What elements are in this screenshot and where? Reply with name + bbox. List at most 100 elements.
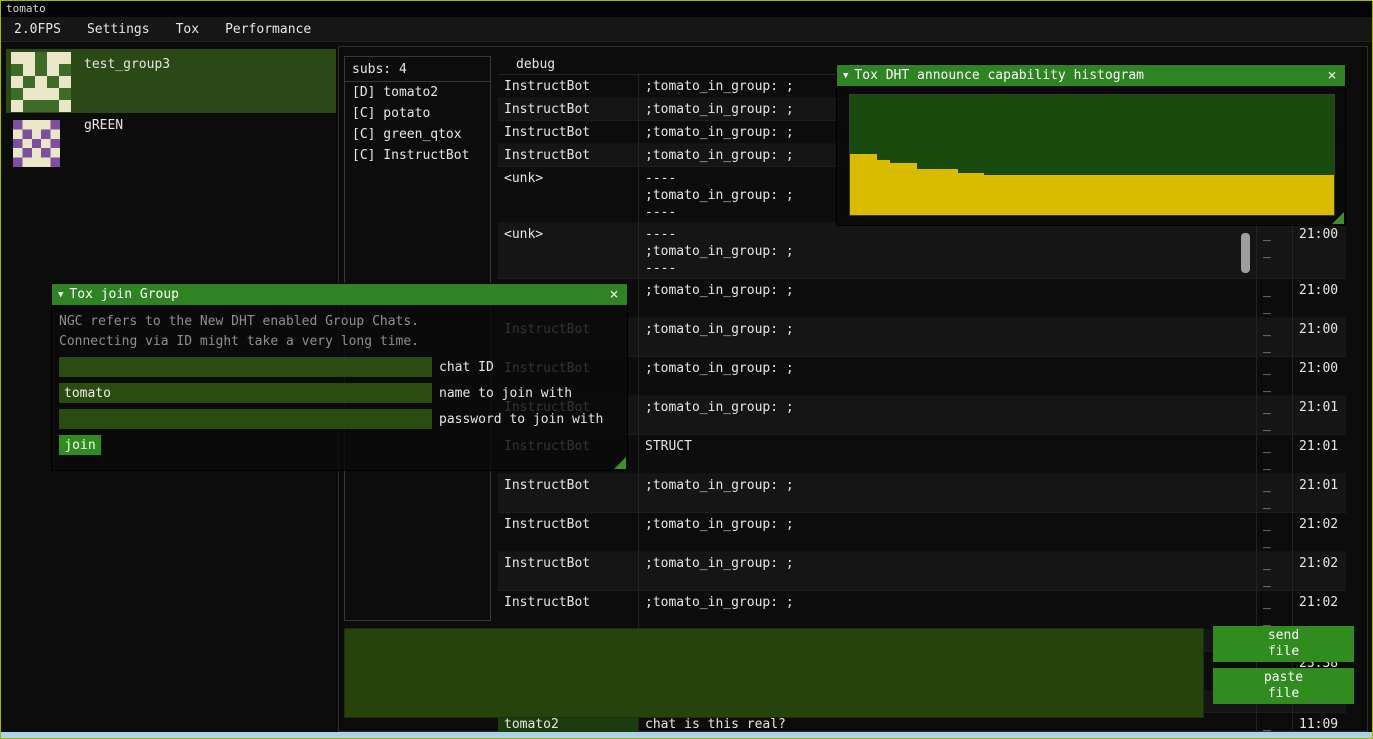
histogram-bar xyxy=(1320,175,1333,215)
histogram-bar xyxy=(1105,175,1118,215)
histogram-bar xyxy=(1226,175,1239,215)
window-bottom-edge xyxy=(1,732,1372,738)
histogram-bar xyxy=(971,173,984,215)
member-item[interactable]: [C] InstructBot xyxy=(345,145,490,166)
resize-grip[interactable] xyxy=(614,457,626,469)
menu-settings[interactable]: Settings xyxy=(74,17,163,42)
histogram-bar xyxy=(1213,175,1226,215)
group-name: test_group3 xyxy=(84,57,170,72)
message-flags: _ _ xyxy=(1256,318,1292,357)
message-row[interactable]: InstructBot;tomato_in_group: ;_ _21:02 xyxy=(498,552,1346,591)
sidebar-item-gREEN[interactable]: gREEN xyxy=(6,115,336,175)
message-time: 21:01 xyxy=(1292,474,1346,513)
menu-performance[interactable]: Performance xyxy=(212,17,324,42)
send-file-button[interactable]: send file xyxy=(1213,626,1354,662)
histogram-bar xyxy=(1132,175,1145,215)
histogram-bar xyxy=(1173,175,1186,215)
histogram-bar xyxy=(1267,175,1280,215)
sender-name: InstructBot xyxy=(498,144,638,167)
dht-histogram-title: Tox DHT announce capability histogram xyxy=(854,68,1144,83)
message-flags: _ _ xyxy=(1256,591,1292,630)
sender-name: <unk> xyxy=(498,223,638,279)
histogram-bar xyxy=(1025,175,1038,215)
histogram-plot xyxy=(849,94,1335,216)
collapse-arrow-icon[interactable]: ▼ xyxy=(843,71,848,81)
sidebar-item-test_group3[interactable]: test_group3 xyxy=(6,49,336,113)
sender-name: InstructBot xyxy=(498,474,638,513)
join-password-field[interactable] xyxy=(59,409,432,429)
message-text: ;tomato_in_group: ; xyxy=(638,513,1256,552)
member-item[interactable]: [C] potato xyxy=(345,103,490,124)
histogram-bar xyxy=(1011,175,1024,215)
message-time: 21:02 xyxy=(1292,552,1346,591)
member-item[interactable]: [D] tomato2 xyxy=(345,82,490,103)
message-row[interactable]: <unk>---- ;tomato_in_group: ; ----_ _21:… xyxy=(498,223,1346,279)
scrollbar-thumb[interactable] xyxy=(1241,233,1250,273)
subs-count: subs: 4 xyxy=(345,57,490,82)
message-text: ;tomato_in_group: ; xyxy=(638,552,1256,591)
group-avatar-icon xyxy=(11,52,71,112)
histogram-bar xyxy=(877,160,890,215)
message-flags: _ _ xyxy=(1256,279,1292,318)
histogram-bar xyxy=(1065,175,1078,215)
app-window: tomato 2.0FPS Settings Tox Performance t… xyxy=(0,0,1373,739)
message-time: 21:02 xyxy=(1292,591,1346,630)
message-time: 21:00 xyxy=(1292,223,1346,279)
sender-name: InstructBot xyxy=(498,121,638,144)
message-text: ;tomato_in_group: ; xyxy=(638,279,1256,318)
chat-id-field[interactable] xyxy=(59,357,432,377)
menu-tox[interactable]: Tox xyxy=(163,17,212,42)
message-input[interactable] xyxy=(344,628,1204,718)
close-icon[interactable]: × xyxy=(1323,66,1341,84)
dht-histogram-titlebar[interactable]: ▼ Tox DHT announce capability histogram … xyxy=(837,65,1345,86)
join-button[interactable]: join xyxy=(59,435,101,455)
histogram-bar xyxy=(1293,175,1306,215)
histogram-bar xyxy=(1186,175,1199,215)
message-flags: _ _ xyxy=(1256,552,1292,591)
close-icon[interactable]: × xyxy=(605,285,623,303)
message-flags: _ _ xyxy=(1256,474,1292,513)
message-text: ---- ;tomato_in_group: ; ---- xyxy=(638,223,1256,279)
fps-counter: 2.0FPS xyxy=(1,17,74,42)
ngc-info-line: NGC refers to the New DHT enabled Group … xyxy=(59,312,620,332)
chat-id-label: chat ID xyxy=(439,360,494,375)
message-time: 21:00 xyxy=(1292,279,1346,318)
message-time: 21:00 xyxy=(1292,318,1346,357)
sender-name: InstructBot xyxy=(498,591,638,630)
histogram-bar xyxy=(1038,175,1051,215)
menu-bar: 2.0FPS Settings Tox Performance xyxy=(1,17,1372,42)
dht-histogram-body xyxy=(837,86,1345,225)
histogram-bar xyxy=(1078,175,1091,215)
histogram-bar xyxy=(850,154,863,215)
histogram-bar xyxy=(863,154,876,215)
message-text: ;tomato_in_group: ; xyxy=(638,591,1256,630)
message-row[interactable]: InstructBot;tomato_in_group: ;_ _21:02 xyxy=(498,591,1346,630)
message-flags: _ _ xyxy=(1256,357,1292,396)
sender-name: InstructBot xyxy=(498,75,638,98)
message-time: 21:00 xyxy=(1292,357,1346,396)
message-row[interactable]: InstructBot;tomato_in_group: ;_ _21:01 xyxy=(498,474,1346,513)
histogram-bar xyxy=(1240,175,1253,215)
histogram-bar xyxy=(904,163,917,215)
histogram-bar xyxy=(984,175,997,215)
join-name-field[interactable] xyxy=(59,383,432,403)
message-flags: _ _ xyxy=(1256,513,1292,552)
collapse-arrow-icon[interactable]: ▼ xyxy=(58,290,63,300)
histogram-bar xyxy=(1119,175,1132,215)
window-titlebar[interactable]: tomato xyxy=(1,1,1372,17)
dht-histogram-window: ▼ Tox DHT announce capability histogram … xyxy=(836,64,1346,226)
message-flags: _ _ xyxy=(1256,396,1292,435)
tab-debug[interactable]: debug xyxy=(498,56,565,72)
histogram-bar xyxy=(931,169,944,215)
message-time: 21:01 xyxy=(1292,435,1346,474)
histogram-bar xyxy=(998,175,1011,215)
histogram-bar xyxy=(1199,175,1212,215)
histogram-bar xyxy=(1092,175,1105,215)
member-item[interactable]: [C] green_qtox xyxy=(345,124,490,145)
paste-file-button[interactable]: paste file xyxy=(1213,668,1354,704)
join-group-titlebar[interactable]: ▼ Tox join Group × xyxy=(52,284,627,305)
message-row[interactable]: InstructBot;tomato_in_group: ;_ _21:02 xyxy=(498,513,1346,552)
sender-name: InstructBot xyxy=(498,552,638,591)
histogram-bar xyxy=(1280,175,1293,215)
resize-grip[interactable] xyxy=(1332,212,1344,224)
